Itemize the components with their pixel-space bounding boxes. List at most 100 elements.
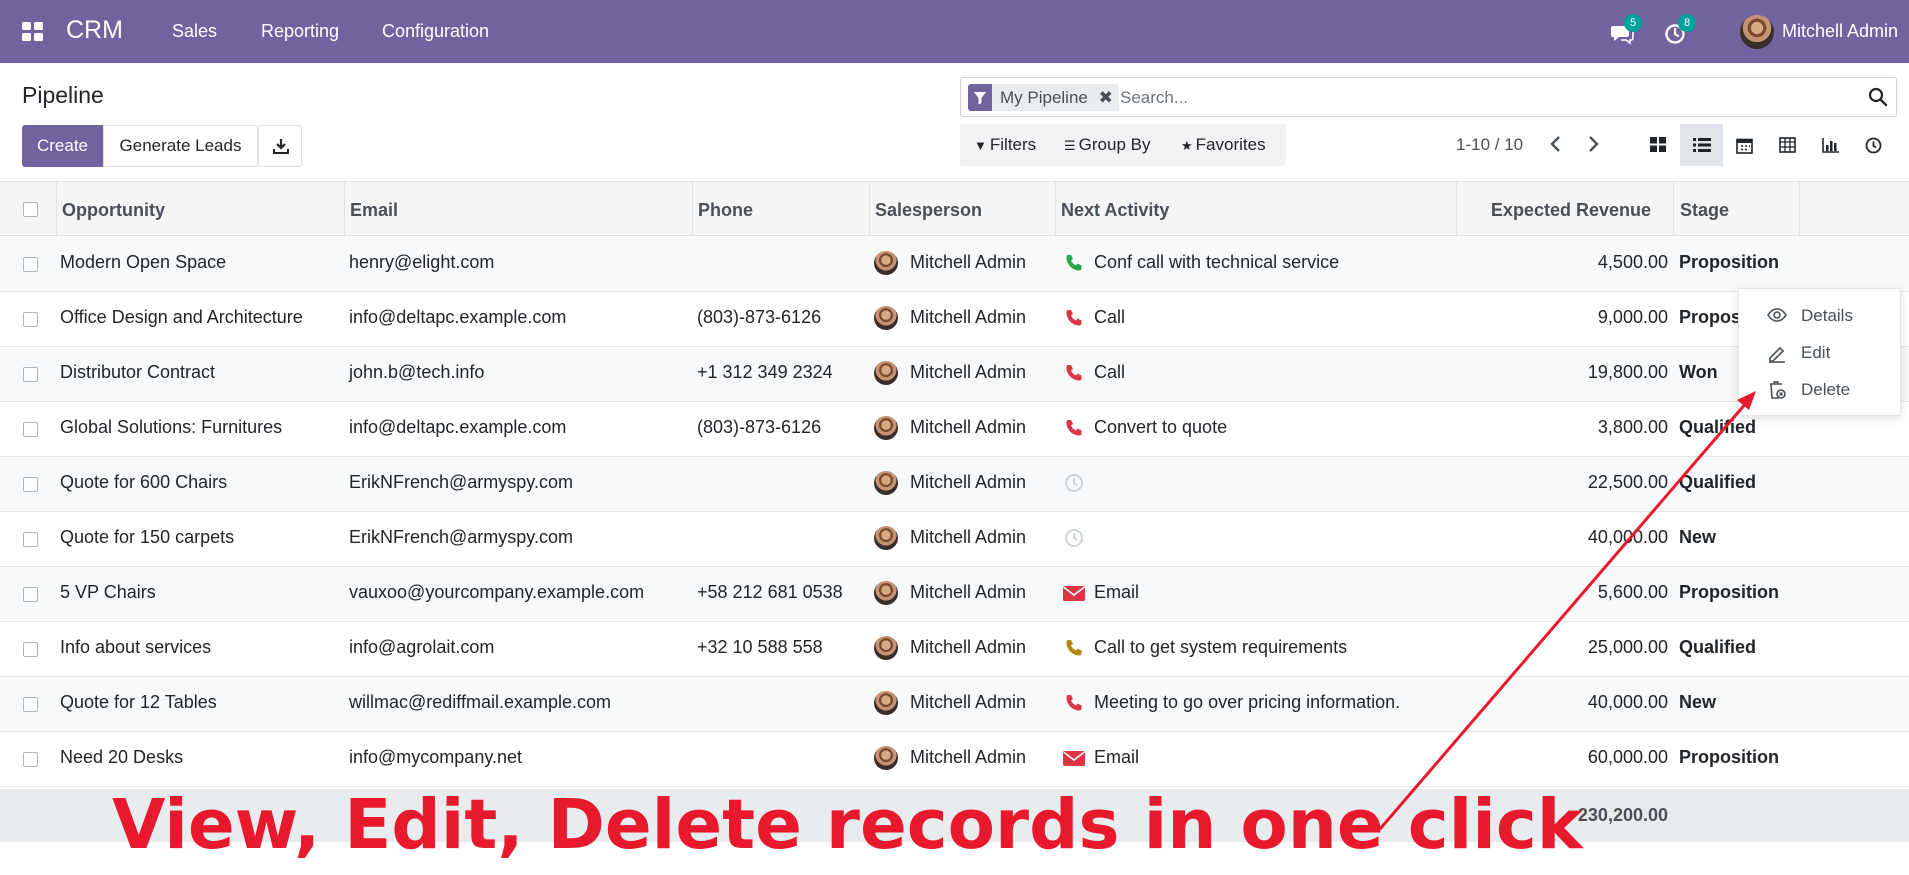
phone-cell: +32 10 588 558 bbox=[697, 637, 823, 657]
table-icon bbox=[1779, 137, 1796, 153]
kanban-view-button[interactable] bbox=[1637, 124, 1680, 166]
table-row[interactable]: Need 20 Desks info@mycompany.net Mitchell … bbox=[0, 732, 1909, 787]
salesperson-avatar bbox=[874, 361, 898, 385]
row-checkbox[interactable] bbox=[23, 257, 38, 272]
generate-leads-button[interactable]: Generate Leads bbox=[103, 125, 258, 167]
phone-icon[interactable] bbox=[1064, 253, 1084, 273]
messages-badge: 5 bbox=[1624, 14, 1642, 32]
row-checkbox[interactable] bbox=[23, 477, 38, 492]
edit-menu-item[interactable]: Edit bbox=[1739, 334, 1902, 371]
user-avatar[interactable] bbox=[1740, 15, 1774, 49]
column-phone[interactable]: Phone bbox=[698, 200, 753, 221]
column-stage[interactable]: Stage bbox=[1680, 200, 1729, 221]
row-checkbox[interactable] bbox=[23, 532, 38, 547]
remove-facet-icon[interactable]: ✖ bbox=[1099, 84, 1113, 111]
pager-previous-button[interactable] bbox=[1545, 131, 1567, 157]
column-divider bbox=[1799, 182, 1800, 236]
download-button[interactable] bbox=[258, 125, 302, 167]
table-row[interactable]: Quote for 12 Tables willmac@rediffmail.ex… bbox=[0, 677, 1909, 732]
pager-value[interactable]: 1-10 / 10 bbox=[1456, 135, 1523, 155]
list-icon bbox=[1693, 138, 1711, 152]
clock-icon[interactable] bbox=[1064, 473, 1084, 493]
trash-icon bbox=[1770, 381, 1786, 399]
expected-revenue-cell: 60,000.00 bbox=[1587, 747, 1668, 767]
list-view-button[interactable] bbox=[1680, 124, 1723, 166]
messages-button[interactable]: 5 bbox=[1610, 14, 1642, 45]
search-icon[interactable] bbox=[1868, 87, 1888, 107]
row-checkbox[interactable] bbox=[23, 697, 38, 712]
column-salesperson[interactable]: Salesperson bbox=[875, 200, 982, 221]
activities-button[interactable]: 8 bbox=[1664, 14, 1696, 45]
details-menu-item[interactable]: Details bbox=[1739, 297, 1902, 334]
stage-cell: Propos bbox=[1679, 307, 1742, 327]
row-checkbox[interactable] bbox=[23, 422, 38, 437]
row-checkbox[interactable] bbox=[23, 587, 38, 602]
phone-cell: +1 312 349 2324 bbox=[697, 362, 833, 382]
table-row[interactable]: Quote for 600 Chairs ErikNFrench@armyspy.… bbox=[0, 457, 1909, 512]
table-row[interactable]: Distributor Contract john.b@tech.info +1 3… bbox=[0, 347, 1909, 402]
row-checkbox[interactable] bbox=[23, 312, 38, 327]
column-divider bbox=[1055, 182, 1056, 236]
phone-icon[interactable] bbox=[1064, 418, 1084, 438]
select-all-checkbox[interactable] bbox=[23, 202, 38, 217]
salesperson-avatar bbox=[874, 306, 898, 330]
next-activity-cell: Meeting to go over pricing information. bbox=[1094, 692, 1401, 712]
phone-icon[interactable] bbox=[1064, 363, 1084, 383]
eye-icon bbox=[1767, 308, 1787, 322]
next-activity-cell: Call bbox=[1094, 307, 1126, 327]
envelope-icon[interactable] bbox=[1062, 583, 1085, 603]
email-cell: info@agrolait.com bbox=[349, 637, 495, 657]
next-activity-cell: Email bbox=[1094, 747, 1140, 767]
calendar-view-button[interactable] bbox=[1723, 124, 1766, 166]
expected-revenue-cell: 22,500.00 bbox=[1587, 472, 1668, 492]
filters-dropdown[interactable]: ▼ Filters bbox=[974, 135, 1036, 155]
stage-cell: Qualified bbox=[1679, 637, 1757, 657]
table-row[interactable]: Global Solutions: Furnitures info@deltapc… bbox=[0, 402, 1909, 457]
row-checkbox[interactable] bbox=[23, 367, 38, 382]
salesperson-avatar bbox=[874, 636, 898, 660]
clock-icon[interactable] bbox=[1064, 528, 1084, 548]
column-next-activity[interactable]: Next Activity bbox=[1061, 200, 1169, 221]
column-expected-revenue[interactable]: Expected Revenue bbox=[1462, 200, 1651, 221]
apps-menu-icon[interactable] bbox=[22, 22, 44, 42]
phone-icon[interactable] bbox=[1064, 638, 1084, 658]
table-row[interactable]: Quote for 150 carpets ErikNFrench@armyspy… bbox=[0, 512, 1909, 567]
stage-cell: New bbox=[1679, 527, 1717, 547]
menu-configuration[interactable]: Configuration bbox=[382, 21, 489, 42]
table-row[interactable]: Office Design and Architecture info@delta… bbox=[0, 292, 1909, 347]
column-email[interactable]: Email bbox=[350, 200, 398, 221]
email-cell: info@deltapc.example.com bbox=[349, 417, 567, 437]
app-brand[interactable]: CRM bbox=[66, 16, 123, 45]
expected-revenue-cell: 5,600.00 bbox=[1597, 582, 1668, 602]
opportunity-cell: Quote for 12 Tables bbox=[60, 692, 217, 712]
phone-icon[interactable] bbox=[1064, 693, 1084, 713]
row-checkbox[interactable] bbox=[23, 752, 38, 767]
expected-revenue-cell: 40,000.00 bbox=[1587, 692, 1668, 712]
search-input[interactable] bbox=[1120, 85, 1860, 111]
row-checkbox[interactable] bbox=[23, 642, 38, 657]
chevron-left-icon bbox=[1550, 136, 1560, 152]
delete-label: Delete bbox=[1801, 380, 1851, 399]
envelope-icon[interactable] bbox=[1062, 748, 1085, 768]
column-opportunity[interactable]: Opportunity bbox=[62, 200, 165, 221]
table-row[interactable]: Modern Open Space henry@elight.com Mitchel… bbox=[0, 237, 1909, 292]
graph-view-button[interactable] bbox=[1809, 124, 1852, 166]
delete-menu-item[interactable]: Delete bbox=[1739, 371, 1902, 408]
create-button[interactable]: Create bbox=[22, 125, 103, 167]
email-cell: info@mycompany.net bbox=[349, 747, 523, 767]
menu-sales[interactable]: Sales bbox=[172, 21, 217, 42]
phone-icon[interactable] bbox=[1064, 308, 1084, 328]
salesperson-cell: Mitchell Admin bbox=[910, 417, 1027, 437]
group-by-dropdown[interactable]: ☰ Group By bbox=[1064, 135, 1150, 155]
menu-reporting[interactable]: Reporting bbox=[261, 21, 339, 42]
activity-view-button[interactable] bbox=[1852, 124, 1895, 166]
user-menu[interactable]: Mitchell Admin bbox=[1782, 21, 1898, 42]
pivot-view-button[interactable] bbox=[1766, 124, 1809, 166]
table-row[interactable]: Info about services info@agrolait.com +32 … bbox=[0, 622, 1909, 677]
table-row[interactable]: 5 VP Chairs vauxoo@yourcompany.example.co… bbox=[0, 567, 1909, 622]
opportunity-cell: Global Solutions: Furnitures bbox=[60, 417, 283, 437]
pager-next-button[interactable] bbox=[1582, 131, 1604, 157]
details-label: Details bbox=[1801, 306, 1853, 325]
phone-cell: (803)-873-6126 bbox=[697, 307, 822, 327]
favorites-dropdown[interactable]: ★ Favorites bbox=[1181, 135, 1266, 155]
